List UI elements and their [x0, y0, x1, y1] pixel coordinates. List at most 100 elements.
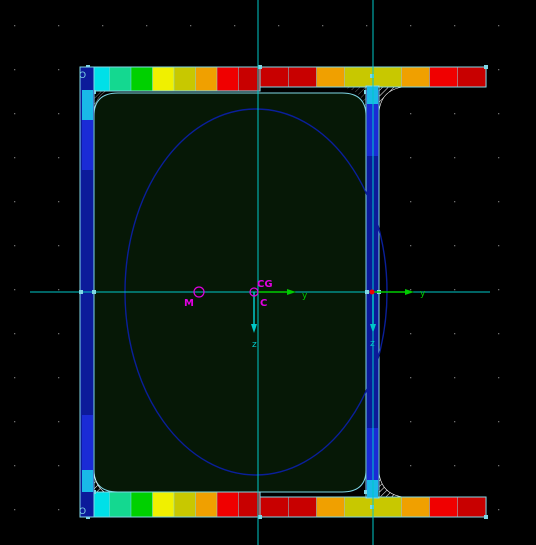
- grid-dot: [498, 465, 500, 467]
- grid-dot: [410, 465, 412, 467]
- grid-dot: [498, 25, 500, 27]
- cg-label: CG: [257, 279, 273, 290]
- grid-dot: [58, 377, 60, 379]
- grid-dot: [14, 69, 16, 71]
- grid-dot: [454, 421, 456, 423]
- bottom-right-flange-segment: [344, 496, 374, 518]
- grid-dot: [498, 333, 500, 335]
- grid-dot: [498, 245, 500, 247]
- grid-dot: [58, 201, 60, 203]
- grid-dot: [454, 333, 456, 335]
- axis-y-label: y: [302, 291, 308, 301]
- top-left-flange-segment: [216, 66, 240, 92]
- grid-dot: [14, 333, 16, 335]
- bottom-left-flange-segment: [109, 491, 132, 518]
- bottom-right-flange-segment: [259, 496, 289, 518]
- grid-dot: [498, 157, 500, 159]
- grid-dot: [14, 25, 16, 27]
- grid-dot: [366, 25, 368, 27]
- grid-dot: [58, 69, 60, 71]
- top-right-flange-segment: [316, 66, 346, 88]
- top-left-flange-segment: [238, 66, 261, 92]
- grid-dot: [454, 25, 456, 27]
- grid-dot: [234, 25, 236, 27]
- grid-dot: [14, 245, 16, 247]
- bottom-left-flange-segment: [195, 491, 218, 518]
- grid-dot: [410, 245, 412, 247]
- grid-dot: [454, 289, 456, 291]
- grid-dot: [498, 509, 500, 511]
- grid-dot: [14, 113, 16, 115]
- grid-dot: [454, 157, 456, 159]
- bottom-left-flange-segment: [216, 491, 240, 518]
- grid-dot: [410, 289, 412, 291]
- bottom-right-flange-segment: [288, 496, 318, 518]
- section-node: [484, 515, 488, 519]
- top-right-flange-segment: [259, 66, 289, 88]
- grid-dot: [410, 25, 412, 27]
- node-bottom-left-label: O: [79, 507, 86, 517]
- grid-dot: [454, 377, 456, 379]
- m-label: M: [184, 298, 194, 309]
- top-left-flange-segment: [109, 66, 132, 92]
- node-top-left-label: O: [79, 71, 86, 81]
- grid-dot: [58, 465, 60, 467]
- grid-dot: [58, 25, 60, 27]
- grid-dot: [14, 421, 16, 423]
- grid-dot: [410, 157, 412, 159]
- axis-z-local-label: z: [370, 339, 375, 349]
- bottom-right-flange-segment: [316, 496, 346, 518]
- top-left-flange-segment: [195, 66, 218, 92]
- section-canvas[interactable]: CG C M y z y z O O: [0, 0, 536, 545]
- bottom-right-flange-segment: [401, 496, 431, 518]
- top-right-flange-segment: [344, 66, 374, 88]
- grid-dot: [102, 25, 104, 27]
- top-right-flange-segment: [401, 66, 431, 88]
- grid-dot: [410, 333, 412, 335]
- axis-z-label: z: [252, 340, 257, 350]
- grid-dot: [58, 157, 60, 159]
- grid-dot: [498, 201, 500, 203]
- fillet-top-right: [378, 86, 404, 113]
- grid-dot: [454, 113, 456, 115]
- bottom-left-flange-segment: [173, 491, 197, 518]
- grid-dot: [58, 333, 60, 335]
- shear-center-label: C: [260, 298, 267, 309]
- top-right-flange-segment: [457, 66, 487, 88]
- section-node: [258, 65, 262, 69]
- grid-dot: [454, 201, 456, 203]
- grid-dot: [498, 289, 500, 291]
- grid-dot: [498, 113, 500, 115]
- top-left-flange-segment: [130, 66, 154, 92]
- grid-dot: [14, 289, 16, 291]
- bottom-right-flange-segment: [372, 496, 402, 518]
- grid-dot: [410, 201, 412, 203]
- fillet-bottom-right: [378, 471, 404, 498]
- top-right-flange-segment: [288, 66, 318, 88]
- grid-dot: [58, 289, 60, 291]
- grid-dot: [498, 421, 500, 423]
- bottom-right-flange-segment: [429, 496, 459, 518]
- grid-dot: [410, 421, 412, 423]
- grid-dot: [498, 69, 500, 71]
- top-left-flange-segment: [152, 66, 175, 92]
- grid-dot: [498, 377, 500, 379]
- grid-dot: [58, 509, 60, 511]
- bottom-left-flange-segment: [238, 491, 261, 518]
- grid-dot: [454, 245, 456, 247]
- grid-dot: [190, 25, 192, 27]
- grid-dot: [58, 421, 60, 423]
- grid-dot: [278, 25, 280, 27]
- grid-dot: [14, 509, 16, 511]
- grid-dot: [58, 245, 60, 247]
- grid-dot: [410, 377, 412, 379]
- grid-dot: [410, 113, 412, 115]
- section-node: [484, 65, 488, 69]
- top-right-flange-segment: [429, 66, 459, 88]
- top-left-flange-segment: [173, 66, 197, 92]
- bottom-left-flange-segment: [152, 491, 175, 518]
- bottom-left-flange-segment: [130, 491, 154, 518]
- grid-dot: [58, 113, 60, 115]
- bottom-right-flange-segment: [457, 496, 487, 518]
- grid-dot: [454, 465, 456, 467]
